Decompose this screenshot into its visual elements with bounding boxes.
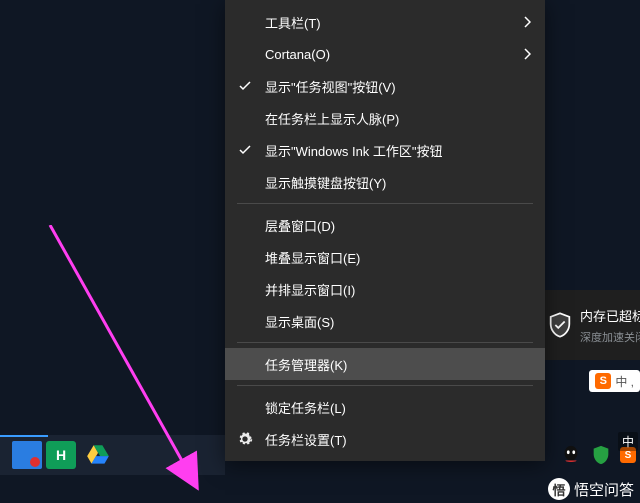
watermark-text: 悟空问答: [574, 479, 634, 500]
watermark-logo-icon: 悟: [548, 478, 570, 500]
menu-item-label: 并排显示窗口(I): [265, 280, 355, 299]
menu-item-label: 任务栏设置(T): [265, 430, 347, 449]
watermark-mid: 中: [618, 432, 638, 451]
menu-item-label: 在任务栏上显示人脉(P): [265, 109, 399, 128]
watermark: 悟 悟空问答: [548, 475, 634, 503]
menu-item-label: 层叠窗口(D): [265, 216, 335, 235]
menu-item-label: 任务管理器(K): [265, 355, 347, 374]
menu-item-15[interactable]: 任务栏设置(T): [225, 423, 545, 455]
taskbar-context-menu: 工具栏(T) Cortana(O) 显示"任务视图"按钮(V) 在任务栏上显示人脉(P…: [225, 0, 545, 461]
toast-title: 内存已超标,: [580, 306, 640, 325]
menu-item-label: 堆叠显示窗口(E): [265, 248, 360, 267]
menu-separator: [237, 385, 533, 386]
security-tray-icon[interactable]: [590, 444, 612, 466]
menu-item-1[interactable]: Cortana(O): [225, 38, 545, 70]
menu-item-label: 显示触摸键盘按钮(Y): [265, 173, 386, 192]
menu-item-2[interactable]: 显示"任务视图"按钮(V): [225, 70, 545, 102]
menu-item-12[interactable]: 任务管理器(K): [225, 348, 545, 380]
ime-text: 中 ,: [615, 373, 634, 390]
check-icon: [239, 80, 251, 92]
chevron-right-icon: [523, 16, 531, 28]
cortana-ring-icon[interactable]: [120, 437, 156, 473]
menu-item-14[interactable]: 锁定任务栏(L): [225, 391, 545, 423]
menu-item-label: 显示桌面(S): [265, 312, 334, 331]
app-h-icon[interactable]: H: [46, 441, 76, 469]
menu-item-5[interactable]: 显示触摸键盘按钮(Y): [225, 166, 545, 198]
ime-indicator[interactable]: S 中 ,: [589, 370, 640, 392]
security-toast[interactable]: 内存已超标, 深度加速关闭卡慢进程: [540, 290, 640, 360]
check-icon: [239, 144, 251, 156]
menu-item-9[interactable]: 并排显示窗口(I): [225, 273, 545, 305]
menu-item-label: 显示"Windows Ink 工作区"按钮: [265, 141, 443, 160]
menu-item-4[interactable]: 显示"Windows Ink 工作区"按钮: [225, 134, 545, 166]
taskbar[interactable]: H: [0, 435, 225, 475]
menu-item-label: Cortana(O): [265, 47, 330, 62]
menu-item-8[interactable]: 堆叠显示窗口(E): [225, 241, 545, 273]
drive-app-icon[interactable]: [80, 437, 116, 473]
menu-item-label: 工具栏(T): [265, 13, 321, 32]
menu-item-label: 锁定任务栏(L): [265, 398, 346, 417]
shield-icon: [546, 311, 574, 339]
menu-item-7[interactable]: 层叠窗口(D): [225, 209, 545, 241]
menu-separator: [237, 342, 533, 343]
menu-item-0[interactable]: 工具栏(T): [225, 6, 545, 38]
qq-tray-icon[interactable]: [560, 444, 582, 466]
menu-item-label: 显示"任务视图"按钮(V): [265, 77, 396, 96]
menu-separator: [237, 203, 533, 204]
gear-icon: [237, 431, 253, 447]
toast-subtitle: 深度加速关闭卡慢进程: [580, 329, 640, 345]
recorder-app-icon[interactable]: [12, 441, 42, 469]
chevron-right-icon: [523, 48, 531, 60]
menu-item-10[interactable]: 显示桌面(S): [225, 305, 545, 337]
sogou-badge-icon: S: [595, 373, 611, 389]
menu-item-3[interactable]: 在任务栏上显示人脉(P): [225, 102, 545, 134]
